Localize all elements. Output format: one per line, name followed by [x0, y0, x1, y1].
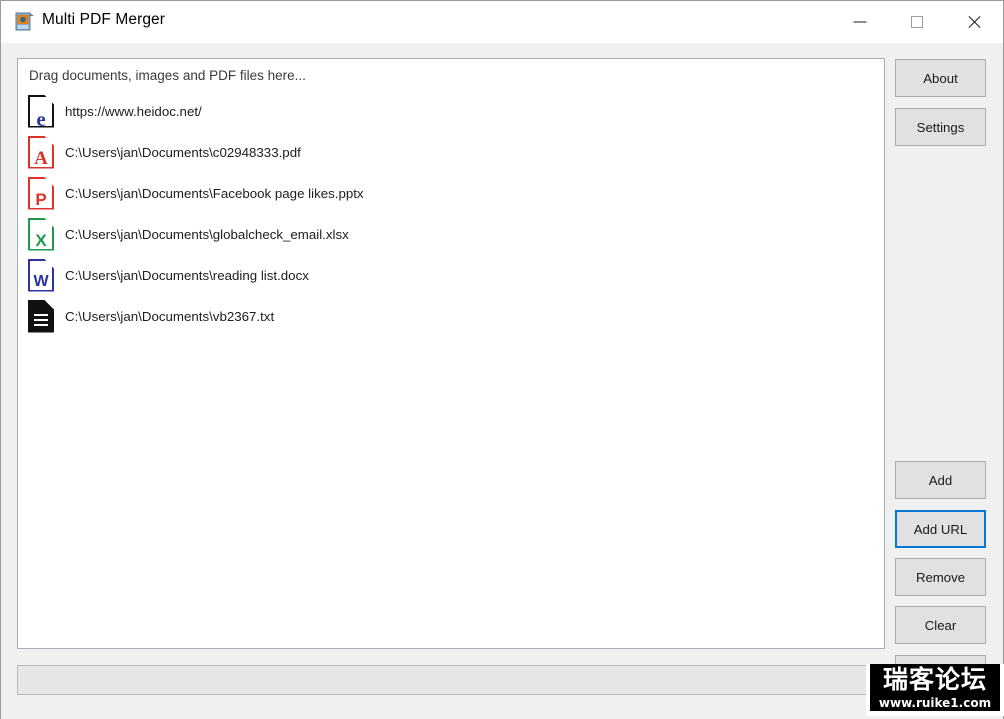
file-icon-glyph: W: [33, 272, 49, 290]
drop-hint-label: Drag documents, images and PDF files her…: [29, 68, 306, 83]
edge-browser-file-icon: e: [26, 94, 58, 130]
file-path-label: C:\Users\jan\Documents\globalcheck_email…: [65, 227, 349, 242]
app-picture-icon: [15, 12, 35, 32]
about-button[interactable]: About: [895, 59, 986, 97]
list-item[interactable]: e https://www.heidoc.net/: [18, 91, 884, 132]
file-icon-glyph: e: [36, 106, 46, 131]
text-file-icon: [26, 299, 58, 335]
list-item[interactable]: X C:\Users\jan\Documents\globalcheck_ema…: [18, 214, 884, 255]
settings-button[interactable]: Settings: [895, 108, 986, 146]
pdf-file-icon: A: [26, 135, 58, 171]
maximize-icon: [910, 15, 923, 28]
file-drop-list-panel[interactable]: Drag documents, images and PDF files her…: [17, 58, 885, 649]
status-bar: [17, 665, 885, 695]
list-item[interactable]: P C:\Users\jan\Documents\Facebook page l…: [18, 173, 884, 214]
close-button[interactable]: [945, 1, 1002, 42]
remove-button[interactable]: Remove: [895, 558, 986, 596]
title-bar: Multi PDF Merger: [1, 1, 1003, 43]
close-icon: [966, 14, 981, 29]
add-button[interactable]: Add: [895, 461, 986, 499]
file-icon-glyph: P: [35, 189, 47, 209]
file-icon-glyph: X: [35, 230, 47, 250]
merge-button[interactable]: [895, 655, 986, 693]
list-item[interactable]: W C:\Users\jan\Documents\reading list.do…: [18, 255, 884, 296]
file-path-label: C:\Users\jan\Documents\Facebook page lik…: [65, 186, 364, 201]
clear-button[interactable]: Clear: [895, 606, 986, 644]
file-list[interactable]: e https://www.heidoc.net/ A C:\Users\jan…: [18, 91, 884, 337]
maximize-button[interactable]: [888, 1, 945, 42]
excel-file-icon: X: [26, 217, 58, 253]
file-path-label: C:\Users\jan\Documents\reading list.docx: [65, 268, 309, 283]
powerpoint-file-icon: P: [26, 176, 58, 212]
list-item[interactable]: A C:\Users\jan\Documents\c02948333.pdf: [18, 132, 884, 173]
file-path-label: C:\Users\jan\Documents\vb2367.txt: [65, 309, 275, 324]
list-item[interactable]: C:\Users\jan\Documents\vb2367.txt: [18, 296, 884, 337]
application-window: Multi PDF Merger Drag documents, images …: [0, 0, 1004, 719]
minimize-button[interactable]: [831, 1, 888, 42]
file-path-label: https://www.heidoc.net/: [65, 104, 202, 119]
window-title: Multi PDF Merger: [42, 11, 166, 28]
file-icon-glyph: A: [34, 147, 48, 169]
add-url-button[interactable]: Add URL: [895, 510, 986, 548]
client-area: Drag documents, images and PDF files her…: [1, 43, 1003, 719]
word-file-icon: W: [26, 258, 58, 294]
file-path-label: C:\Users\jan\Documents\c02948333.pdf: [65, 145, 301, 160]
minimize-icon: [853, 21, 866, 22]
